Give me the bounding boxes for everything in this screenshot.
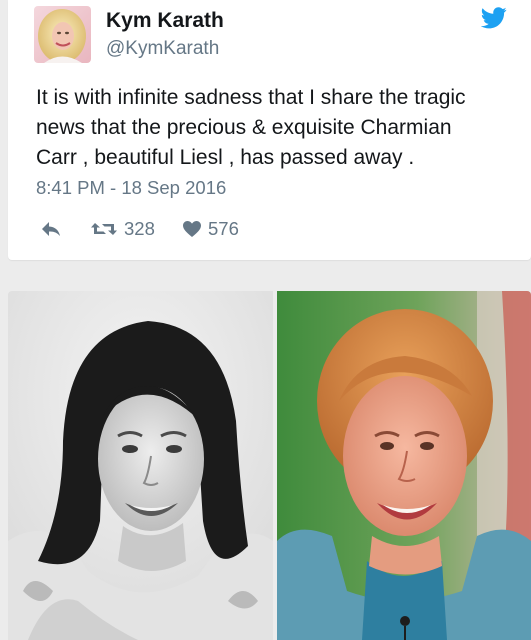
tweet-media — [0, 291, 531, 640]
retweet-button[interactable]: 328 — [90, 215, 155, 243]
like-count: 576 — [208, 218, 239, 239]
retweet-count: 328 — [124, 218, 155, 239]
user-handle[interactable]: @KymKarath — [106, 38, 219, 60]
avatar[interactable] — [34, 6, 91, 63]
like-button[interactable]: 576 — [182, 215, 239, 243]
tweet-text-line: Carr , beautiful Liesl , has passed away… — [36, 146, 415, 169]
twitter-bird-icon — [480, 7, 507, 29]
heart-icon — [182, 220, 202, 238]
tweet-card[interactable]: Kym Karath @KymKarath It is with infinit… — [8, 0, 531, 260]
photo-color-portrait[interactable] — [277, 291, 531, 640]
tweet-text-line: It is with infinite sadness that I share… — [36, 86, 466, 109]
reply-icon — [40, 220, 62, 238]
photo-black-and-white-portrait[interactable] — [8, 291, 273, 640]
retweet-icon — [90, 220, 118, 238]
tweet-text: It is with infinite sadness that I share… — [36, 83, 516, 173]
reply-button[interactable] — [40, 215, 62, 243]
display-name[interactable]: Kym Karath — [106, 9, 224, 33]
tweet-timestamp[interactable]: 8:41 PM - 18 Sep 2016 — [36, 177, 226, 199]
tweet-text-line: news that the precious & exquisite Charm… — [36, 116, 452, 139]
